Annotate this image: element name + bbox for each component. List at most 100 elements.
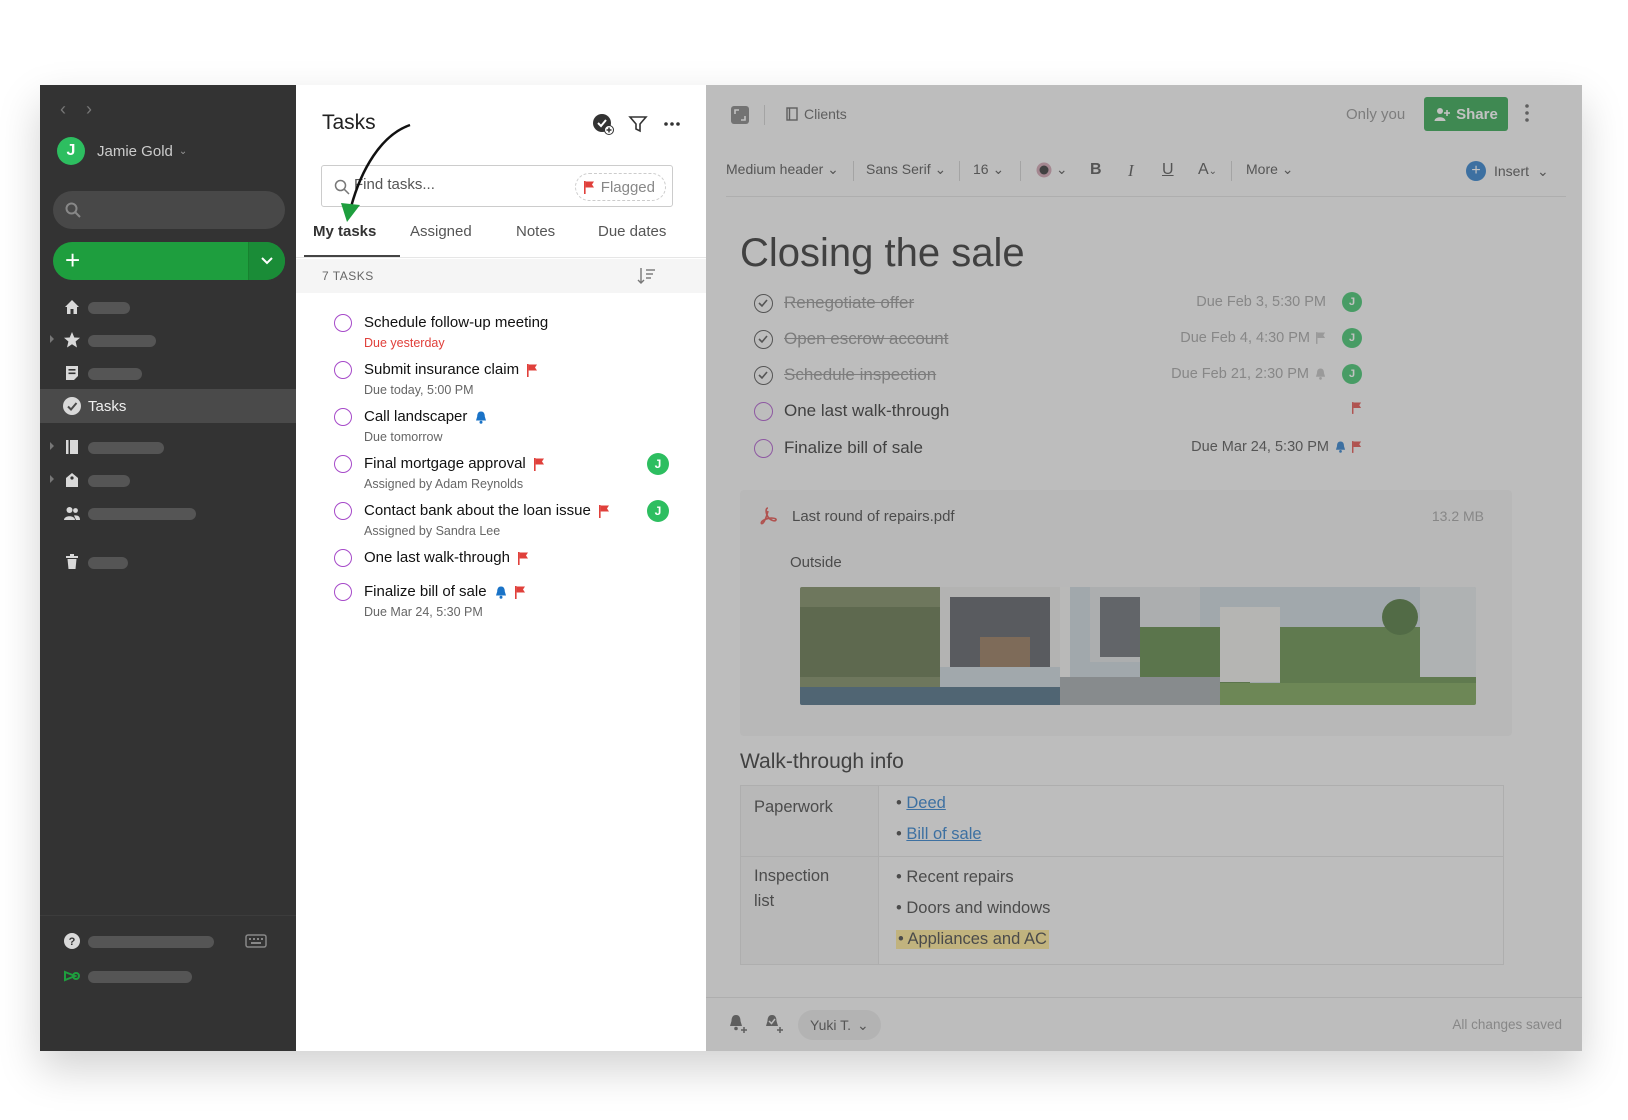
task-due-text: Due Feb 4, 4:30 PM (1180, 330, 1310, 346)
sidebar-item-notes[interactable] (40, 356, 296, 390)
sharing-status: Only you (1346, 106, 1406, 123)
notebook-name: Clients (804, 106, 847, 122)
note-task[interactable]: One last walk-through (754, 398, 1362, 428)
list-item: • Doors and windows (896, 899, 1051, 917)
list-item: • Recent repairs (896, 868, 1014, 886)
add-reminder-icon[interactable] (728, 1014, 748, 1034)
trash-icon (66, 554, 78, 569)
expand-arrow-icon[interactable] (50, 442, 54, 450)
tab-assigned[interactable]: Assigned (410, 223, 472, 240)
collaborator-chip[interactable]: Yuki T. ⌄ (798, 1010, 881, 1040)
font-dropdown[interactable]: Sans Serif ⌄ (866, 161, 946, 178)
more-formatting-dropdown[interactable]: More ⌄ (1246, 161, 1294, 178)
assignee-avatar: J (1342, 364, 1362, 384)
search-input[interactable] (354, 176, 554, 193)
text-style-dropdown[interactable]: Medium header ⌄ (726, 161, 839, 178)
share-button[interactable]: Share (1424, 97, 1508, 131)
italic-icon[interactable]: I (1128, 161, 1134, 181)
flag-icon (1316, 332, 1326, 344)
expand-arrow-icon[interactable] (50, 475, 54, 483)
underline-icon[interactable]: U (1162, 161, 1174, 179)
sidebar-item-tags[interactable] (40, 463, 296, 497)
note-footer: Yuki T. ⌄ All changes saved (706, 997, 1582, 1051)
task-checkbox[interactable] (334, 502, 352, 520)
tab-due-dates[interactable]: Due dates (598, 223, 666, 240)
sidebar-item-tasks[interactable]: Tasks (40, 389, 296, 423)
account-switcher[interactable]: J Jamie Gold ⌄ (57, 137, 187, 165)
table-row-divider (741, 856, 1503, 857)
more-options-icon[interactable] (1524, 103, 1530, 123)
flag-icon (583, 180, 594, 194)
divider (764, 105, 765, 125)
sidebar-footer: ? (40, 915, 296, 1051)
flag-icon (1352, 402, 1362, 414)
keyboard-icon[interactable] (245, 934, 267, 948)
walkthrough-table: Paperwork • Deed • Bill of sale Inspecti… (740, 785, 1504, 965)
pdf-attachment[interactable]: Last round of repairs.pdf 13.2 MB Outsid… (740, 490, 1512, 736)
task-checkbox[interactable] (754, 294, 773, 313)
attachment-filename: Last round of repairs.pdf (792, 508, 955, 525)
chevron-down-icon: ⌄ (178, 145, 188, 157)
task-title: One last walk-through (784, 401, 950, 420)
forward-arrow-icon[interactable]: › (86, 99, 92, 119)
table-row-header: Paperwork (754, 798, 833, 816)
task-checkbox[interactable] (334, 455, 352, 473)
note-task[interactable]: Finalize bill of sale Due Mar 24, 5:30 P… (754, 435, 1362, 465)
app-window: ‹ › J Jamie Gold ⌄ + Tasks ? Tasks Find … (40, 85, 1582, 1051)
divider (1020, 161, 1021, 181)
tab-notes[interactable]: Notes (516, 223, 555, 240)
task-checkbox[interactable] (334, 408, 352, 426)
task-checkbox[interactable] (334, 361, 352, 379)
task-checkbox[interactable] (334, 314, 352, 332)
sidebar-item-notebooks[interactable] (40, 430, 296, 464)
task-checkbox[interactable] (754, 439, 773, 458)
task-checkbox[interactable] (754, 366, 773, 385)
task-checkbox[interactable] (754, 402, 773, 421)
task-title: Finalize bill of sale (364, 583, 487, 600)
tasks-panel: Tasks Flagged My tasks Assigned Notes Du… (296, 85, 706, 1051)
expand-arrow-icon[interactable] (50, 335, 54, 343)
text-color-dropdown[interactable]: ⌄ (1036, 161, 1068, 178)
expand-note-icon[interactable] (730, 105, 750, 125)
insert-dropdown[interactable]: + Insert ⌄ (1466, 161, 1549, 181)
sort-icon[interactable] (637, 267, 657, 285)
more-label: More (1246, 161, 1278, 177)
new-note-button[interactable]: + (53, 242, 285, 280)
horn-icon (64, 970, 80, 982)
tasks-count: 7 TASKS (322, 269, 374, 283)
tab-my-tasks[interactable]: My tasks (313, 223, 376, 240)
bold-icon[interactable]: B (1090, 161, 1102, 179)
sidebar-item-shortcuts[interactable] (40, 323, 296, 357)
deed-link[interactable]: Deed (906, 794, 945, 812)
back-arrow-icon[interactable]: ‹ (60, 99, 66, 119)
svg-text:?: ? (69, 936, 76, 948)
sidebar-item-trash[interactable] (40, 545, 296, 579)
notebook-breadcrumb[interactable]: Clients (786, 106, 847, 122)
add-task-icon[interactable] (592, 113, 614, 135)
task-checkbox[interactable] (334, 549, 352, 567)
task-checkbox[interactable] (334, 583, 352, 601)
add-task-reminder-icon[interactable] (764, 1014, 784, 1034)
sidebar-search[interactable] (53, 191, 285, 229)
sidebar-item-shared[interactable] (40, 496, 296, 530)
font-size-label: 16 (973, 161, 989, 177)
bill-of-sale-link[interactable]: Bill of sale (906, 825, 981, 843)
new-options-dropdown[interactable] (248, 242, 285, 280)
assignee-avatar: J (1342, 328, 1362, 348)
note-title[interactable]: Closing the sale (740, 231, 1025, 276)
task-checkbox[interactable] (754, 330, 773, 349)
more-options-icon[interactable] (662, 114, 682, 134)
note-task[interactable]: Schedule inspection Due Feb 21, 2:30 PM … (754, 362, 1362, 392)
whats-new-item[interactable] (40, 959, 296, 993)
highlight-icon[interactable]: A⌄ (1198, 161, 1217, 179)
sidebar-item-placeholder (88, 368, 142, 380)
note-task[interactable]: Open escrow account Due Feb 4, 4:30 PM J (754, 326, 1362, 356)
task-title: Final mortgage approval (364, 455, 526, 472)
sidebar-item-home[interactable] (40, 290, 296, 324)
flagged-filter-chip[interactable]: Flagged (574, 173, 666, 201)
flag-icon (514, 585, 525, 599)
filter-icon[interactable] (628, 114, 648, 134)
task-due: Due today, 5:00 PM (364, 383, 474, 397)
note-task[interactable]: Renegotiate offer Due Feb 3, 5:30 PM J (754, 290, 1362, 320)
font-size-dropdown[interactable]: 16 ⌄ (973, 161, 1004, 178)
